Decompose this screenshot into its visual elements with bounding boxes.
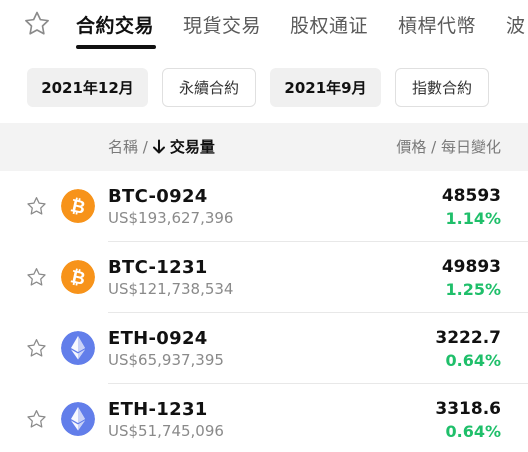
- favorite-star-icon[interactable]: [25, 337, 48, 360]
- contract-symbol: BTC-0924: [108, 186, 208, 207]
- ethereum-icon: [61, 331, 95, 365]
- active-tab-indicator: [76, 45, 156, 49]
- favorite-star-icon[interactable]: [25, 195, 48, 218]
- favorite-star-icon[interactable]: [25, 408, 48, 431]
- trading-volume: US$51,745,096: [108, 422, 224, 440]
- list-item[interactable]: ₿ BTC-0924 US$193,627,396 48593 1.14%: [0, 171, 528, 242]
- bitcoin-icon: ₿: [61, 189, 95, 223]
- last-price: 48593: [441, 186, 501, 206]
- last-price: 49893: [441, 257, 501, 277]
- contract-symbol: BTC-1231: [108, 257, 208, 278]
- contract-symbol: ETH-1231: [108, 399, 208, 420]
- sort-down-arrow-icon: [152, 139, 165, 153]
- filter-sep-2021[interactable]: 2021年9月: [270, 68, 381, 107]
- tab-contract-trading[interactable]: 合約交易: [76, 11, 154, 38]
- favorites-star-icon[interactable]: [22, 9, 52, 39]
- bitcoin-icon: ₿: [61, 260, 95, 294]
- daily-change: 1.14%: [445, 209, 501, 228]
- tab-leveraged-tokens[interactable]: 槓桿代幣: [398, 11, 476, 38]
- volume-sort-label: 交易量: [169, 138, 215, 156]
- filter-index-contract[interactable]: 指數合約: [395, 68, 489, 107]
- filter-perpetual[interactable]: 永續合約: [162, 68, 256, 107]
- ethereum-icon: [61, 402, 95, 436]
- list-header: 名稱 / 交易量 價格 / 每日變化: [0, 123, 528, 171]
- filter-dec-2021[interactable]: 2021年12月: [27, 68, 148, 107]
- name-sort-label: 名稱 /: [108, 138, 148, 156]
- name-column-header[interactable]: 名稱 / 交易量: [108, 136, 215, 157]
- last-price: 3318.6: [435, 399, 501, 419]
- daily-change: 0.64%: [445, 351, 501, 370]
- tab-volatility[interactable]: 波: [506, 11, 526, 38]
- market-tab-bar: 合約交易 現貨交易 股权通证 槓桿代幣 波: [0, 0, 528, 50]
- tab-spot-trading[interactable]: 現貨交易: [183, 11, 261, 38]
- last-price: 3222.7: [435, 328, 501, 348]
- list-item[interactable]: ETH-0924 US$65,937,395 3222.7 0.64%: [0, 313, 528, 384]
- daily-change: 1.25%: [445, 280, 501, 299]
- favorite-star-icon[interactable]: [25, 266, 48, 289]
- list-item[interactable]: ETH-1231 US$51,745,096 3318.6 0.64%: [0, 384, 528, 452]
- trading-volume: US$121,738,534: [108, 280, 234, 298]
- contract-symbol: ETH-0924: [108, 328, 208, 349]
- volume-sort-control[interactable]: 交易量: [152, 136, 215, 157]
- tab-equity-tokens[interactable]: 股权通证: [290, 11, 368, 38]
- price-change-column-header[interactable]: 價格 / 每日變化: [396, 136, 501, 157]
- daily-change: 0.64%: [445, 422, 501, 441]
- trading-volume: US$193,627,396: [108, 209, 234, 227]
- trading-volume: US$65,937,395: [108, 351, 224, 369]
- list-item[interactable]: ₿ BTC-1231 US$121,738,534 49893 1.25%: [0, 242, 528, 313]
